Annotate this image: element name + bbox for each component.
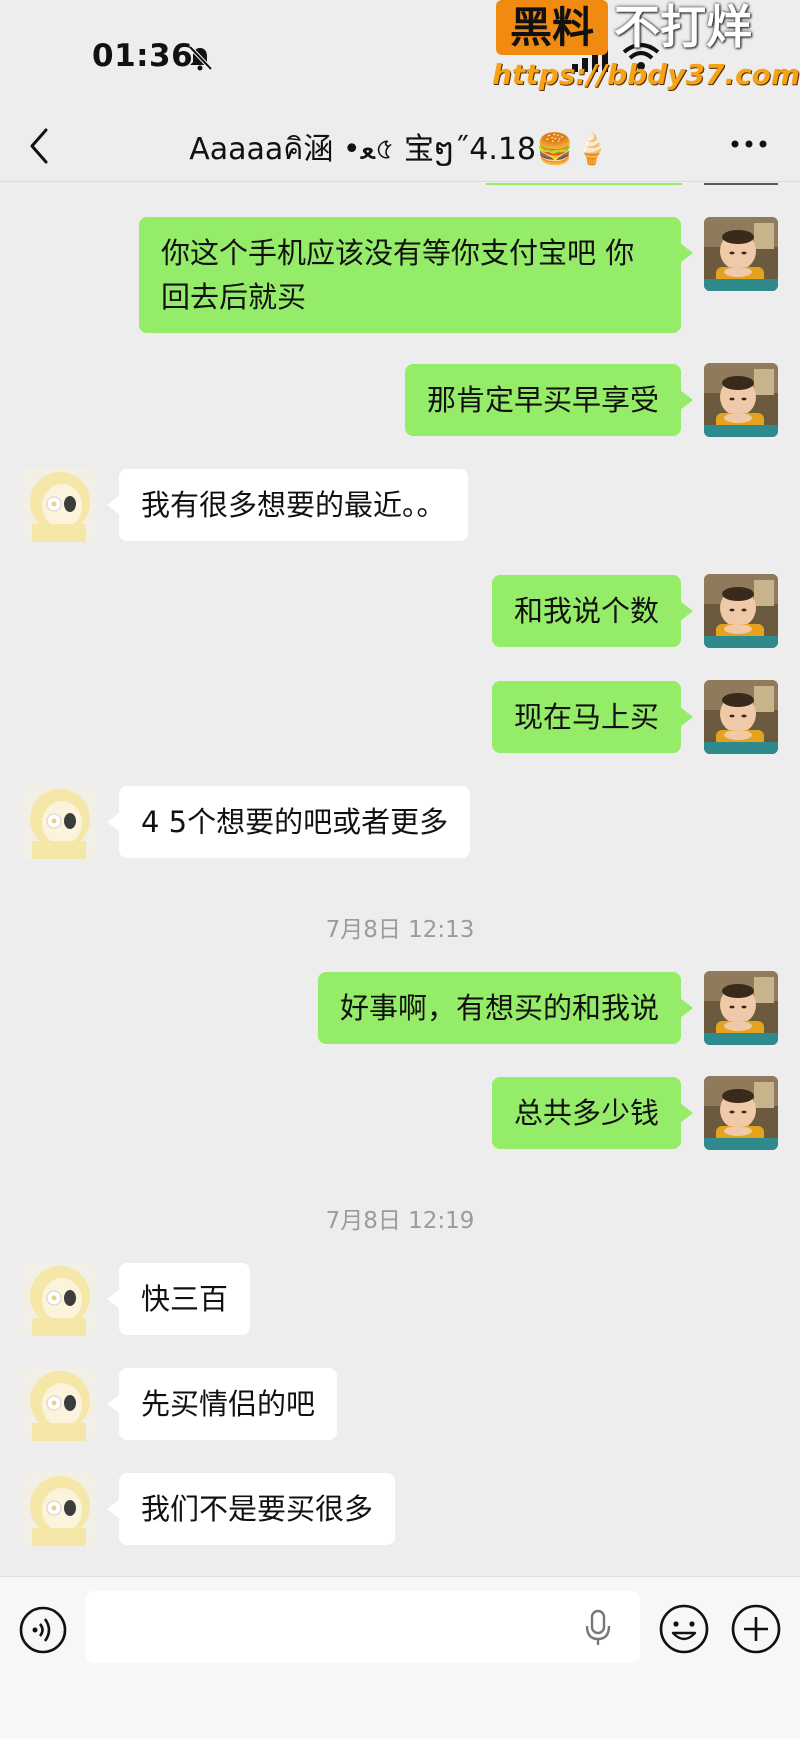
- message-row: 先买情侣的吧: [0, 1367, 800, 1441]
- message-bubble-other[interactable]: 快三百: [106, 1263, 251, 1335]
- self-avatar[interactable]: [704, 680, 778, 754]
- watermark-title: 不打烊: [614, 0, 752, 54]
- watermark-url: https://bbdy37.com: [492, 58, 800, 91]
- previous-avatar-edge: [704, 183, 778, 185]
- chevron-left-icon[interactable]: [26, 126, 52, 166]
- bell-mute-icon: [188, 45, 213, 71]
- message-row: 我们不是要买很多: [0, 1472, 800, 1546]
- message-bubble-self[interactable]: 好事啊，有想买的和我说: [317, 972, 694, 1044]
- message-bubble-other[interactable]: 我有很多想要的最近。。: [107, 469, 468, 541]
- message-row: 和我说个数: [0, 574, 800, 648]
- message-bubble-self[interactable]: 总共多少钱: [491, 1077, 694, 1149]
- contact-avatar[interactable]: [22, 785, 96, 859]
- input-bar: [0, 1576, 800, 1739]
- watermark: 黑料 不打烊 https://bbdy37.com: [492, 0, 800, 100]
- plus-icon[interactable]: [730, 1603, 782, 1655]
- message-bubble-self[interactable]: 你这个手机应该没有等你支付宝吧 你回去后就买: [139, 217, 693, 333]
- message-row: 你这个手机应该没有等你支付宝吧 你回去后就买: [0, 217, 800, 333]
- message-bubble-other[interactable]: 先买情侣的吧: [106, 1368, 338, 1440]
- self-avatar[interactable]: [704, 971, 778, 1045]
- watermark-badge: 黑料: [496, 0, 608, 55]
- message-row: 4 5个想要的吧或者更多: [0, 785, 800, 859]
- message-bubble-self[interactable]: 那肯定早买早享受: [404, 364, 694, 436]
- self-avatar[interactable]: [704, 363, 778, 437]
- voice-icon[interactable]: [18, 1605, 68, 1655]
- previous-bubble-edge: [486, 183, 682, 185]
- self-avatar[interactable]: [704, 574, 778, 648]
- message-row: 总共多少钱: [0, 1076, 800, 1150]
- message-bubble-self[interactable]: 和我说个数: [491, 575, 694, 647]
- more-dots-icon[interactable]: [730, 138, 768, 150]
- mic-icon[interactable]: [584, 1609, 612, 1647]
- status-time: 01:36: [92, 38, 194, 74]
- message-timestamp: 7月8日 12:13: [325, 917, 475, 943]
- nav-bar: Aaaaaคิ涵 •ﻌ৫ 宝ໆ˝4.18🍔🍦: [0, 110, 800, 182]
- message-row: 好事啊，有想买的和我说: [0, 971, 800, 1045]
- message-input[interactable]: [86, 1591, 640, 1663]
- contact-avatar[interactable]: [22, 468, 96, 542]
- message-timestamp: 7月8日 12:19: [325, 1208, 475, 1234]
- contact-avatar[interactable]: [22, 1262, 96, 1336]
- chat-area[interactable]: 你这个手机应该没有等你支付宝吧 你回去后就买 那肯定早买早享受 我有很多想要的最…: [0, 183, 800, 1576]
- contact-avatar[interactable]: [22, 1367, 96, 1441]
- message-bubble-other[interactable]: 4 5个想要的吧或者更多: [106, 786, 471, 858]
- self-avatar[interactable]: [704, 1076, 778, 1150]
- message-bubble-other[interactable]: 我们不是要买很多: [106, 1473, 396, 1545]
- message-row: 我有很多想要的最近。。: [0, 468, 800, 542]
- message-row: 快三百: [0, 1262, 800, 1336]
- message-row: 现在马上买: [0, 680, 800, 754]
- emoji-icon[interactable]: [658, 1603, 710, 1655]
- message-bubble-self[interactable]: 现在马上买: [491, 681, 694, 753]
- self-avatar[interactable]: [704, 217, 778, 291]
- contact-avatar[interactable]: [22, 1472, 96, 1546]
- chat-title: Aaaaaคิ涵 •ﻌ৫ 宝ໆ˝4.18🍔🍦: [189, 132, 611, 167]
- message-row: 那肯定早买早享受: [0, 363, 800, 437]
